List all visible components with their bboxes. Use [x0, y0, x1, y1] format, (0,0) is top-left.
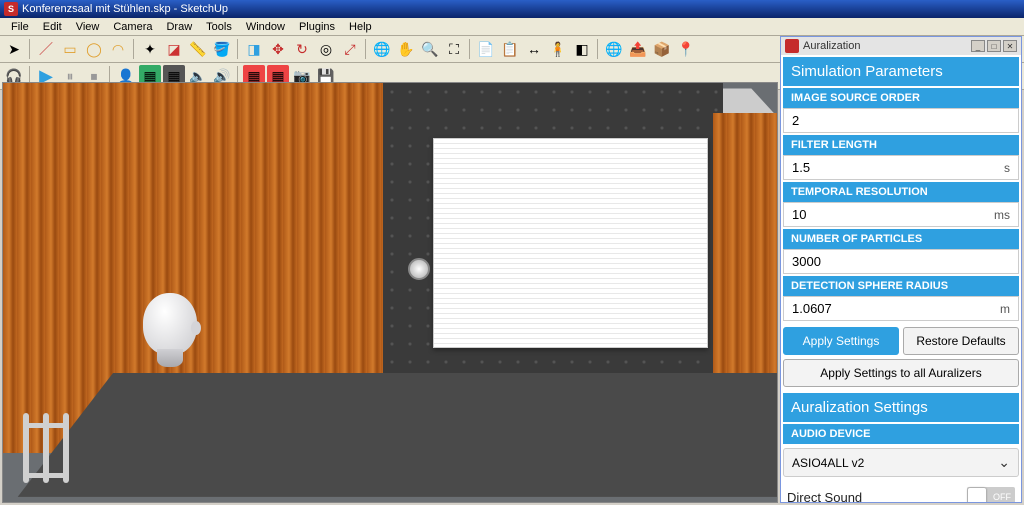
- tape-measure-icon[interactable]: 📏: [187, 38, 209, 60]
- label-filter-length: FILTER LENGTH: [783, 135, 1019, 155]
- close-button[interactable]: ✕: [1003, 40, 1017, 52]
- input-image-source-order[interactable]: [783, 108, 1019, 133]
- panel-titlebar[interactable]: Auralization _ □ ✕: [781, 37, 1021, 55]
- orbit-tool-icon[interactable]: 🌐: [371, 38, 393, 60]
- unit: m: [1000, 302, 1010, 316]
- outliner-icon[interactable]: 📋: [499, 38, 521, 60]
- panel-logo-icon: [785, 39, 799, 53]
- audio-device-value: ASIO4ALL v2: [792, 456, 864, 470]
- head-skull: [143, 293, 197, 355]
- add-location-icon[interactable]: 📍: [675, 38, 697, 60]
- input-filter-length[interactable]: s: [783, 155, 1019, 180]
- layers-icon[interactable]: 📄: [475, 38, 497, 60]
- toggle-row-direct-sound: Direct Sound OFF: [783, 481, 1019, 502]
- wood-wall-right: [713, 113, 778, 383]
- section-plane-icon[interactable]: ◧: [571, 38, 593, 60]
- eraser-tool-icon[interactable]: ◪: [163, 38, 185, 60]
- apply-all-auralizers-button[interactable]: Apply Settings to all Auralizers: [783, 359, 1019, 387]
- rotate-tool-icon[interactable]: ↻: [291, 38, 313, 60]
- menu-edit[interactable]: Edit: [36, 19, 69, 35]
- menu-draw[interactable]: Draw: [159, 19, 199, 35]
- paint-bucket-icon[interactable]: 🪣: [211, 38, 233, 60]
- input-detection-sphere-radius[interactable]: m: [783, 296, 1019, 321]
- share-model-icon[interactable]: 📤: [627, 38, 649, 60]
- menu-help[interactable]: Help: [342, 19, 379, 35]
- input-number-of-particles[interactable]: [783, 249, 1019, 274]
- title-bar: S Konferenzsaal mit Stühlen.skp - Sketch…: [0, 0, 1024, 18]
- rectangle-tool-icon[interactable]: ▭: [59, 38, 81, 60]
- extensions-icon[interactable]: 📦: [651, 38, 673, 60]
- unit: s: [1004, 161, 1010, 175]
- unit: ms: [994, 208, 1010, 222]
- label-detection-sphere-radius: DETECTION SPHERE RADIUS: [783, 276, 1019, 296]
- toggle-knob: [968, 488, 986, 502]
- scale-tool-icon[interactable]: ⤢: [339, 38, 361, 60]
- sketchup-logo-icon: S: [4, 2, 18, 16]
- push-pull-icon[interactable]: ◨: [243, 38, 265, 60]
- component-icon[interactable]: ✦: [139, 38, 161, 60]
- maximize-button[interactable]: □: [987, 40, 1001, 52]
- menu-window[interactable]: Window: [239, 19, 292, 35]
- panel-body: Simulation Parameters IMAGE SOURCE ORDER…: [781, 55, 1021, 502]
- separator: [237, 39, 239, 59]
- window-title: Konferenzsaal mit Stühlen.skp - SketchUp: [22, 3, 228, 15]
- menu-plugins[interactable]: Plugins: [292, 19, 342, 35]
- menu-file[interactable]: File: [4, 19, 36, 35]
- minimize-button[interactable]: _: [971, 40, 985, 52]
- 3d-viewport[interactable]: [2, 82, 778, 503]
- label-direct-sound: Direct Sound: [787, 490, 967, 503]
- menu-view[interactable]: View: [69, 19, 107, 35]
- wall-knob-icon: [408, 258, 430, 280]
- separator: [469, 39, 471, 59]
- head-neck: [157, 349, 183, 367]
- projection-screen: [433, 138, 708, 348]
- pan-tool-icon[interactable]: ✋: [395, 38, 417, 60]
- toggle-state: OFF: [993, 492, 1011, 502]
- detection-sphere-radius-field[interactable]: [792, 301, 1000, 316]
- separator: [29, 39, 31, 59]
- section-simulation-parameters: Simulation Parameters: [783, 57, 1019, 86]
- label-image-source-order: IMAGE SOURCE ORDER: [783, 88, 1019, 108]
- move-tool-icon[interactable]: ✥: [267, 38, 289, 60]
- person-icon[interactable]: 🧍: [547, 38, 569, 60]
- chair-model: [23, 413, 103, 493]
- menu-tools[interactable]: Tools: [199, 19, 239, 35]
- filter-length-field[interactable]: [792, 160, 1004, 175]
- offset-tool-icon[interactable]: ◎: [315, 38, 337, 60]
- section-auralization-settings: Auralization Settings: [783, 393, 1019, 422]
- dimensions-icon[interactable]: ↔: [523, 38, 545, 60]
- separator: [365, 39, 367, 59]
- head-ear: [191, 321, 201, 335]
- zoom-tool-icon[interactable]: 🔍: [419, 38, 441, 60]
- toggle-direct-sound[interactable]: OFF: [967, 487, 1015, 502]
- arc-tool-icon[interactable]: ◠: [107, 38, 129, 60]
- audio-device-dropdown[interactable]: ASIO4ALL v2 ⌄: [783, 448, 1019, 477]
- circle-tool-icon[interactable]: ◯: [83, 38, 105, 60]
- select-tool-icon[interactable]: ➤: [3, 38, 25, 60]
- temporal-resolution-field[interactable]: [792, 207, 994, 222]
- label-temporal-resolution: TEMPORAL RESOLUTION: [783, 182, 1019, 202]
- menu-bar: File Edit View Camera Draw Tools Window …: [0, 18, 1024, 36]
- auralization-panel: Auralization _ □ ✕ Simulation Parameters…: [780, 36, 1022, 503]
- zoom-extents-icon[interactable]: ⛶: [443, 38, 465, 60]
- panel-title-text: Auralization: [803, 40, 860, 52]
- apply-settings-button[interactable]: Apply Settings: [783, 327, 899, 355]
- label-audio-device: AUDIO DEVICE: [783, 424, 1019, 444]
- line-tool-icon[interactable]: ／: [35, 38, 57, 60]
- warehouse-icon[interactable]: 🌐: [603, 38, 625, 60]
- separator: [133, 39, 135, 59]
- listener-head-model: [143, 293, 203, 373]
- menu-camera[interactable]: Camera: [106, 19, 159, 35]
- input-temporal-resolution[interactable]: ms: [783, 202, 1019, 227]
- label-number-of-particles: NUMBER OF PARTICLES: [783, 229, 1019, 249]
- restore-defaults-button[interactable]: Restore Defaults: [903, 327, 1019, 355]
- conference-table: [18, 373, 778, 497]
- separator: [597, 39, 599, 59]
- image-source-order-field[interactable]: [792, 113, 1010, 128]
- chevron-down-icon: ⌄: [998, 454, 1010, 471]
- number-of-particles-field[interactable]: [792, 254, 1010, 269]
